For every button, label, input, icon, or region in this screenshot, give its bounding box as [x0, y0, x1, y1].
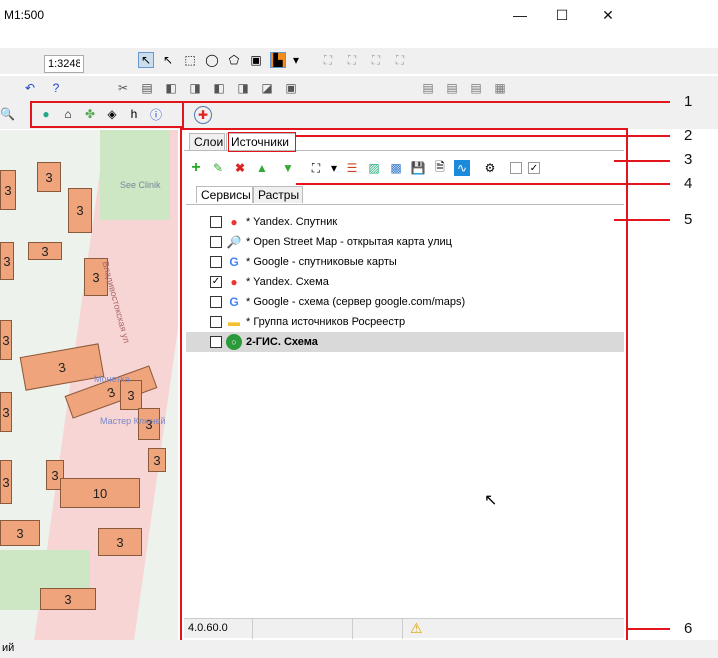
map-building: 3	[68, 188, 92, 233]
map-building: 3	[28, 242, 62, 260]
callout-line-3	[614, 160, 670, 162]
callout-number: 6	[684, 620, 693, 637]
callout-number: 5	[684, 211, 693, 228]
window-title: M1:500	[4, 8, 45, 22]
slash-icon[interactable]: ◪	[259, 80, 275, 96]
pointer-help-icon[interactable]: ↖	[160, 52, 176, 68]
undo-icon[interactable]: ↶	[22, 80, 38, 96]
polygon-select-icon[interactable]: ⬠	[226, 52, 242, 68]
maximize-button[interactable]: ☐	[547, 4, 577, 26]
edit-tool-4-icon[interactable]: ⛶	[392, 52, 408, 68]
search-icon[interactable]: 🔍	[0, 107, 20, 121]
cut-icon[interactable]: ✂	[115, 80, 131, 96]
map-building: 3	[0, 520, 40, 546]
callout-number: 1	[684, 93, 693, 110]
pointer-tool-icon[interactable]: ↖	[138, 52, 154, 68]
group-3-icon[interactable]: ◧	[211, 80, 227, 96]
callout-number: 4	[684, 175, 693, 192]
map-label-shop: Монетка	[94, 374, 130, 384]
callout-line-1	[184, 101, 670, 103]
help-pointer-icon[interactable]: ?	[48, 80, 64, 96]
color-tool-icon[interactable]: ▙	[270, 52, 286, 68]
map-building: 3	[0, 460, 12, 504]
map-building: 3	[120, 380, 142, 410]
callout-line-6	[628, 628, 670, 630]
callout-line-2	[296, 135, 670, 137]
rect-select-icon[interactable]: ⬚	[182, 52, 198, 68]
frame-icon[interactable]: ▣	[283, 80, 299, 96]
group-1-icon[interactable]: ◧	[163, 80, 179, 96]
toolbar-row-2	[0, 76, 718, 102]
lasso-icon[interactable]: ◯	[204, 52, 220, 68]
callout-line-4	[296, 183, 670, 185]
selection-tools: ↖ ↖ ⬚ ◯ ⬠ ▣ ▙ ▾	[138, 52, 300, 68]
close-button[interactable]: ✕	[593, 4, 623, 26]
callout-box-6	[180, 128, 628, 643]
app-status-text: ий	[2, 642, 15, 654]
chevron-down-icon[interactable]: ▾	[292, 52, 300, 68]
map-building: 10	[60, 478, 140, 508]
toolbar-2-right: ✂ ▤ ◧ ◨ ◧ ◨ ◪ ▣	[115, 80, 299, 96]
edit-tools: ⛶ ⛶ ⛶ ⛶	[320, 52, 408, 68]
group-4-icon[interactable]: ◨	[235, 80, 251, 96]
callout-number: 2	[684, 127, 693, 144]
edit-tool-2-icon[interactable]: ⛶	[344, 52, 360, 68]
map-label-master: Мастер Ключей	[100, 416, 166, 426]
doc-tools: ▤ ▤ ▤ ▦	[420, 80, 508, 96]
map-building: 3	[0, 170, 16, 210]
doc-1-icon[interactable]: ▤	[420, 80, 436, 96]
minimize-button[interactable]: —	[505, 4, 535, 26]
app-status-bar: ий	[0, 640, 718, 658]
doc-2-icon[interactable]: ▤	[444, 80, 460, 96]
map-label-clinic: See Clinik	[120, 180, 161, 190]
map-building: 3	[37, 162, 61, 192]
callout-number: 3	[684, 151, 693, 168]
callout-box-1	[30, 101, 184, 128]
map-building: 3	[0, 320, 12, 360]
scale-input[interactable]	[44, 55, 84, 73]
add-plugin-icon[interactable]: ✚	[194, 106, 212, 124]
select-layer-icon[interactable]: ▣	[248, 52, 264, 68]
map-building: 3	[0, 392, 12, 432]
toolbar-2-left: ↶ ?	[22, 80, 64, 96]
callout-box-2	[228, 132, 296, 152]
group-2-icon[interactable]: ◨	[187, 80, 203, 96]
callout-line-5	[614, 219, 670, 221]
doc-3-icon[interactable]: ▤	[468, 80, 484, 96]
edit-tool-1-icon[interactable]: ⛶	[320, 52, 336, 68]
edit-tool-3-icon[interactable]: ⛶	[368, 52, 384, 68]
doc-4-icon[interactable]: ▦	[492, 80, 508, 96]
map-building: 3	[98, 528, 142, 556]
map-building: 3	[40, 588, 96, 610]
paste-icon[interactable]: ▤	[139, 80, 155, 96]
map-view[interactable]: 3 3 3 3 3 3 3 3 3 3 3 3 3 10 3 3 3 3 3 S…	[0, 130, 178, 640]
map-building: 3	[0, 242, 14, 280]
map-building: 3	[148, 448, 166, 472]
